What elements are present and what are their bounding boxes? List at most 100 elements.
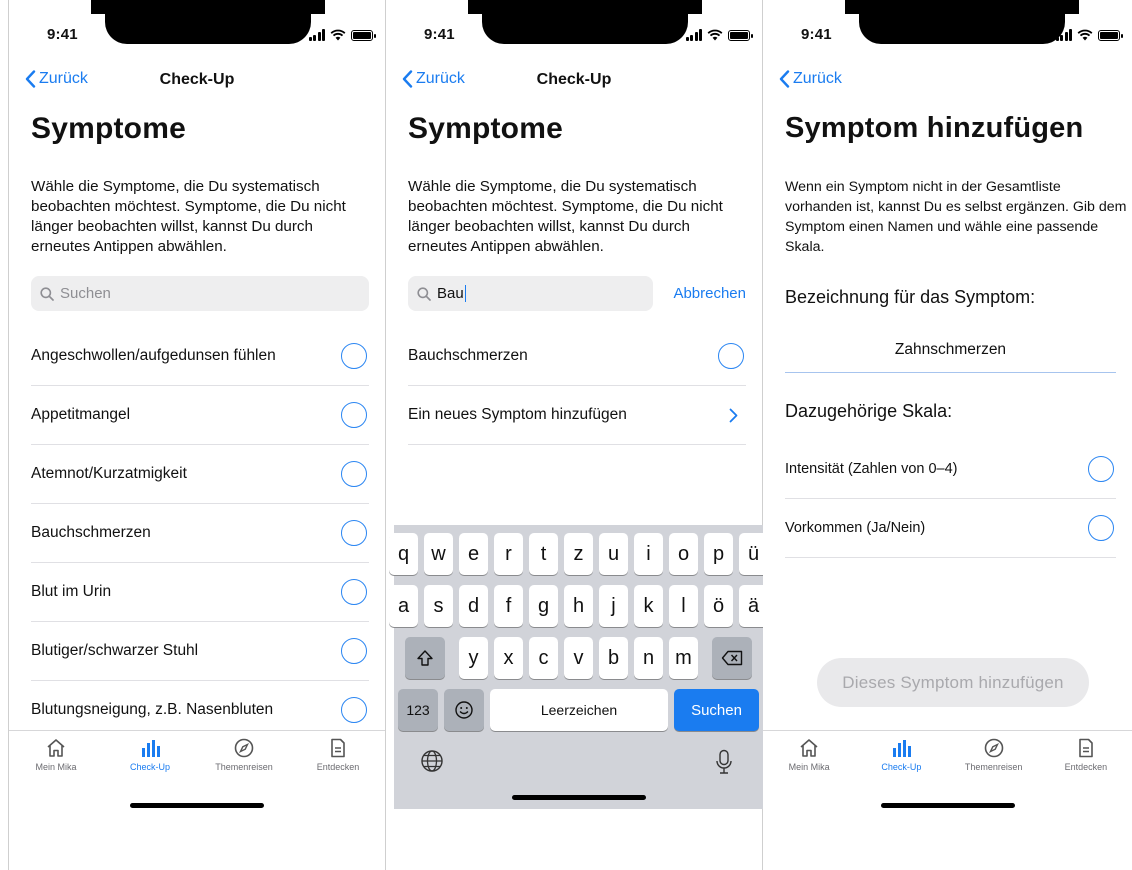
status-bar: 9:41 [9, 0, 385, 58]
status-icons [685, 27, 753, 41]
battery-icon [351, 30, 376, 41]
radio-button[interactable] [341, 520, 367, 546]
key-i[interactable]: i [634, 533, 663, 575]
radio-button[interactable] [341, 461, 367, 487]
list-item[interactable]: Bauchschmerzen [408, 327, 746, 386]
cancel-button[interactable]: Abbrechen [673, 285, 746, 302]
key-e[interactable]: e [459, 533, 488, 575]
list-item[interactable]: Vorkommen (Ja/Nein) [785, 499, 1116, 558]
key-l[interactable]: l [669, 585, 698, 627]
list-item-label: Vorkommen (Ja/Nein) [785, 520, 926, 536]
list-item[interactable]: Atemnot/Kurzatmigkeit [31, 445, 369, 504]
tab-themenreisen[interactable]: Themenreisen [954, 737, 1034, 772]
tab-mein-mika[interactable]: Mein Mika [769, 737, 849, 772]
key-d[interactable]: d [459, 585, 488, 627]
tab-themenreisen[interactable]: Themenreisen [204, 737, 284, 772]
backspace-icon [721, 650, 743, 666]
key-m[interactable]: m [669, 637, 698, 679]
tab-check-up[interactable]: Check-Up [110, 737, 190, 772]
key-f[interactable]: f [494, 585, 523, 627]
chevron-right-icon [729, 408, 738, 422]
search-results: Bauchschmerzen Ein neues Symptom hinzufü… [408, 327, 746, 445]
list-item[interactable]: Bauchschmerzen [31, 504, 369, 563]
home-indicator [511, 795, 646, 800]
numbers-key[interactable]: 123 [398, 689, 438, 731]
list-item[interactable]: Appetitmangel [31, 386, 369, 445]
key-y[interactable]: y [459, 637, 488, 679]
key-ö[interactable]: ö [704, 585, 733, 627]
space-key[interactable]: Leerzeichen [490, 689, 668, 731]
keyboard: qwertzuiopü asdfghjklöä yxcvbnm 123 Leer… [389, 525, 768, 809]
keyboard-row-4: 123 Leerzeichen Suchen [394, 689, 763, 731]
key-b[interactable]: b [599, 637, 628, 679]
search-icon [417, 286, 431, 301]
radio-button[interactable] [341, 579, 367, 605]
key-k[interactable]: k [634, 585, 663, 627]
symptom-list: Angeschwollen/aufgedunsen fühlen Appetit… [31, 327, 369, 740]
key-v[interactable]: v [564, 637, 593, 679]
home-indicator [130, 803, 264, 808]
add-symptom-button[interactable]: Dieses Symptom hinzufügen [817, 658, 1089, 707]
compass-icon [984, 738, 1003, 758]
document-icon [331, 738, 345, 758]
list-item[interactable]: Blut im Urin [31, 563, 369, 622]
radio-button[interactable] [341, 402, 367, 428]
key-n[interactable]: n [634, 637, 663, 679]
emoji-key[interactable] [444, 689, 484, 731]
key-r[interactable]: r [494, 533, 523, 575]
shift-icon [417, 650, 433, 666]
document-icon [1079, 738, 1093, 758]
nav-bar: Zurück Check-Up [386, 66, 762, 96]
symptom-name-input[interactable]: Zahnschmerzen [785, 337, 1116, 373]
list-item-label: Blutiger/schwarzer Stuhl [31, 642, 199, 659]
tab-check-up[interactable]: Check-Up [861, 737, 941, 772]
key-s[interactable]: s [424, 585, 453, 627]
key-a[interactable]: a [389, 585, 418, 627]
list-item[interactable]: Intensität (Zahlen von 0–4) [785, 440, 1116, 499]
add-new-symptom-item[interactable]: Ein neues Symptom hinzufügen [408, 386, 746, 445]
radio-button[interactable] [1088, 515, 1114, 541]
back-button[interactable]: Zurück [779, 70, 842, 88]
radio-button[interactable] [1088, 456, 1114, 482]
list-item[interactable]: Angeschwollen/aufgedunsen fühlen [31, 327, 369, 386]
key-w[interactable]: w [424, 533, 453, 575]
search-key[interactable]: Suchen [674, 689, 759, 731]
search-input[interactable]: Bau [408, 276, 653, 311]
home-icon [47, 739, 65, 757]
search-input[interactable]: Suchen [31, 276, 369, 311]
keyboard-row-2: asdfghjklöä [389, 585, 768, 627]
key-c[interactable]: c [529, 637, 558, 679]
shift-key[interactable] [405, 637, 445, 679]
key-t[interactable]: t [529, 533, 558, 575]
microphone-icon[interactable] [715, 749, 733, 775]
tab-label: Check-Up [129, 762, 170, 772]
radio-button[interactable] [341, 638, 367, 664]
page-description: Wähle die Symptome, die Du systematisch … [408, 178, 723, 255]
key-p[interactable]: p [704, 533, 733, 575]
globe-icon[interactable] [420, 749, 444, 773]
radio-button[interactable] [718, 343, 744, 369]
tab-entdecken[interactable]: Entdecken [1046, 737, 1126, 772]
chevron-left-icon [779, 70, 790, 88]
radio-button[interactable] [341, 343, 367, 369]
tab-entdecken[interactable]: Entdecken [298, 737, 378, 772]
signal-icon [685, 29, 702, 41]
wifi-icon [330, 29, 346, 41]
key-j[interactable]: j [599, 585, 628, 627]
radio-button[interactable] [341, 697, 367, 723]
tab-mein-mika[interactable]: Mein Mika [16, 737, 96, 772]
page-title: Symptome [408, 112, 563, 145]
keyboard-row-3: yxcvbnm [394, 637, 763, 679]
key-u[interactable]: u [599, 533, 628, 575]
key-o[interactable]: o [669, 533, 698, 575]
key-z[interactable]: z [564, 533, 593, 575]
tab-bar: Mein Mika Check-Up Themenreisen Entdecke… [9, 730, 385, 870]
battery-icon [1098, 30, 1123, 41]
key-x[interactable]: x [494, 637, 523, 679]
nav-title: Check-Up [159, 71, 235, 88]
key-g[interactable]: g [529, 585, 558, 627]
backspace-key[interactable] [712, 637, 752, 679]
key-q[interactable]: q [389, 533, 418, 575]
list-item[interactable]: Blutiger/schwarzer Stuhl [31, 622, 369, 681]
key-h[interactable]: h [564, 585, 593, 627]
